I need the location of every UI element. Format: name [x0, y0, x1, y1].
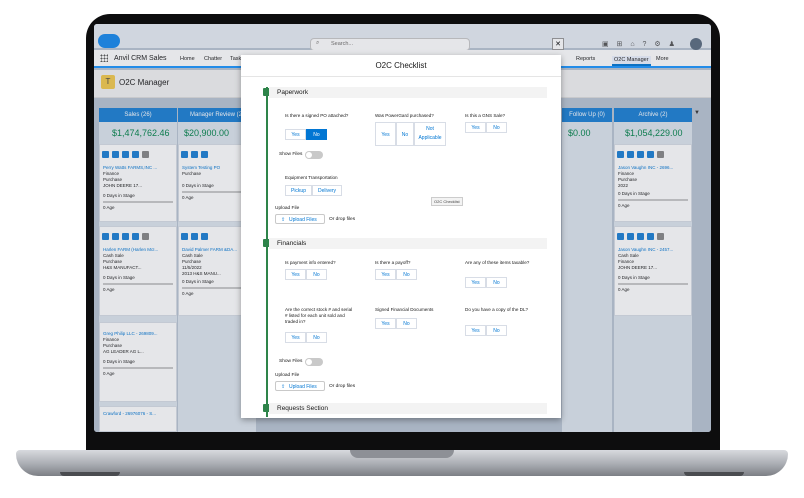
progress-line: [266, 87, 268, 417]
laptop-frame: Search... ⌕ ✕ ▣ ⊞ ⌂ ? ⚙ ♟ Anvil CRM Sale…: [0, 0, 804, 498]
taxable-yes[interactable]: Yes: [465, 277, 486, 288]
powergard-not-applicable[interactable]: Not Applicable: [414, 122, 446, 146]
signed-po-yes[interactable]: Yes: [285, 129, 306, 140]
section-requests[interactable]: Requests Section: [269, 403, 547, 414]
section-paperwork[interactable]: Paperwork: [269, 87, 547, 98]
laptop-foot-left: [60, 472, 120, 476]
question-gns-sale: Is this a GNS Sale?: [465, 113, 506, 118]
delivery-button[interactable]: Delivery: [312, 185, 342, 196]
laptop-chin: [86, 430, 720, 450]
upload-files-label: Upload Files: [289, 384, 317, 390]
signed-financial-no[interactable]: No: [396, 318, 417, 329]
signed-financial-yes[interactable]: Yes: [375, 318, 396, 329]
dl-copy-no[interactable]: No: [486, 325, 507, 336]
gns-yes[interactable]: Yes: [465, 122, 486, 133]
gns-no[interactable]: No: [486, 122, 507, 133]
taxable-no[interactable]: No: [486, 277, 507, 288]
question-taxable: Are any of these items taxable?: [465, 260, 530, 265]
upload-files-label: Upload Files: [289, 217, 317, 223]
question-powergard: Was PowerGard purchased?: [375, 113, 434, 118]
show-files-label: Show Files: [279, 359, 303, 364]
equipment-transport-label: Equipment Transportation: [285, 175, 338, 180]
upload-icon: ⇪: [281, 384, 286, 390]
payoff-yes[interactable]: Yes: [375, 269, 396, 280]
show-files-label: Show Files: [279, 152, 303, 157]
question-signed-po: Is there a signed PO attached?: [285, 113, 349, 118]
payoff-no[interactable]: No: [396, 269, 417, 280]
o2c-checklist-modal: O2C Checklist Paperwork Is there a signe…: [241, 55, 561, 418]
question-payoff: Is there a payoff?: [375, 260, 411, 265]
dl-copy-yes[interactable]: Yes: [465, 325, 486, 336]
upload-icon: ⇪: [281, 217, 286, 223]
question-stock-serial: Are the correct stock # and serial # lis…: [285, 307, 353, 324]
stock-serial-yes[interactable]: Yes: [285, 332, 306, 343]
question-signed-financial: Signed Financial Documents: [375, 307, 434, 312]
upload-file-label: Upload File: [275, 373, 300, 378]
powergard-no[interactable]: No: [396, 122, 414, 146]
show-files-toggle[interactable]: [305, 151, 323, 159]
upload-files-button[interactable]: ⇪ Upload Files: [275, 214, 325, 224]
question-payment-info: Is payment info entered?: [285, 260, 336, 265]
screen: Search... ⌕ ✕ ▣ ⊞ ⌂ ? ⚙ ♟ Anvil CRM Sale…: [94, 24, 711, 432]
drop-files-text: Or drop files: [329, 384, 356, 389]
powergard-yes[interactable]: Yes: [375, 122, 396, 146]
stock-serial-no[interactable]: No: [306, 332, 327, 343]
upload-file-label: Upload File: [275, 206, 300, 211]
question-dl-copy: Do you have a copy of the DL?: [465, 307, 529, 312]
laptop-foot-right: [684, 472, 744, 476]
payment-info-yes[interactable]: Yes: [285, 269, 306, 280]
section-financials[interactable]: Financials: [269, 238, 547, 249]
pickup-button[interactable]: Pickup: [285, 185, 312, 196]
laptop-notch: [350, 450, 454, 458]
show-files-toggle[interactable]: [305, 358, 323, 366]
tooltip: O2C Checklist: [431, 197, 463, 206]
upload-files-button[interactable]: ⇪ Upload Files: [275, 381, 325, 391]
modal-title: O2C Checklist: [241, 55, 561, 77]
signed-po-no[interactable]: No: [306, 129, 327, 140]
drop-files-text: Or drop files: [329, 217, 356, 222]
payment-info-no[interactable]: No: [306, 269, 327, 280]
